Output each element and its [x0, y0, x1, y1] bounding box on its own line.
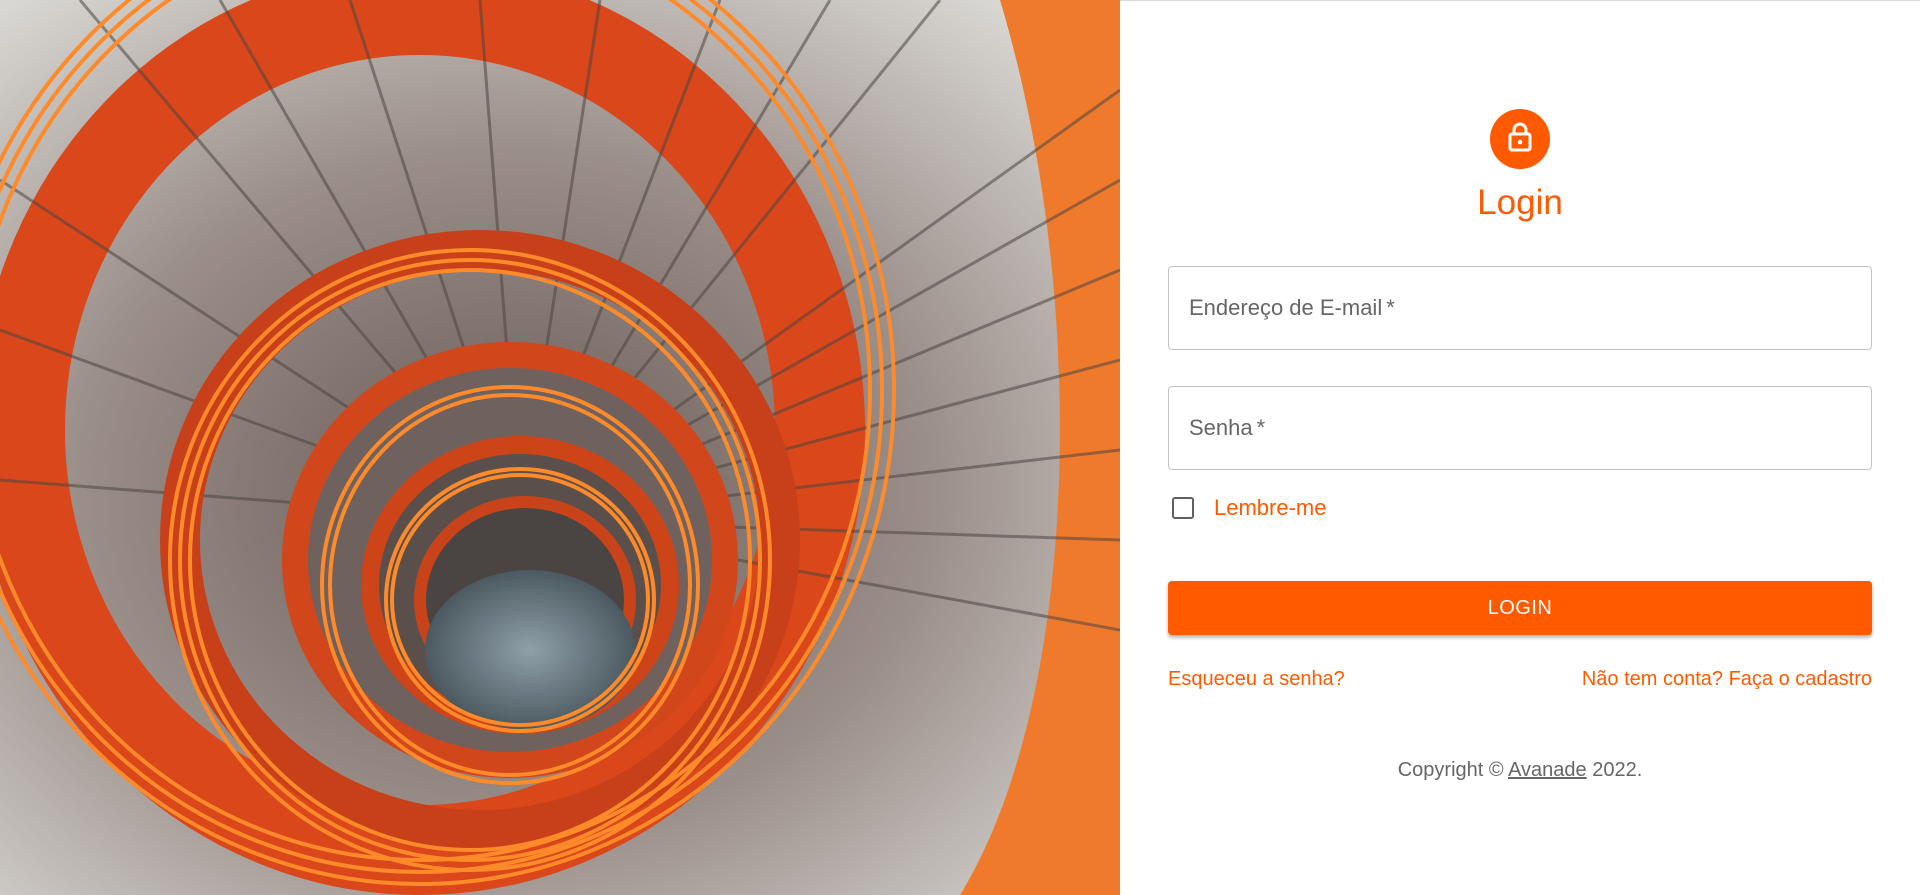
lock-icon: [1506, 121, 1534, 158]
login-button[interactable]: LOGIN: [1168, 581, 1872, 635]
remember-me-control[interactable]: Lembre-me: [1168, 495, 1326, 521]
password-label-text: Senha: [1189, 415, 1253, 440]
remember-me-checkbox[interactable]: [1172, 497, 1194, 519]
forgot-password-link[interactable]: Esqueceu a senha?: [1168, 668, 1345, 691]
copyright-year: 2022.: [1592, 759, 1643, 781]
copyright-prefix: Copyright ©: [1397, 759, 1504, 781]
signup-link[interactable]: Não tem conta? Faça o cadastro: [1582, 668, 1872, 691]
password-field[interactable]: Senha *: [1168, 386, 1872, 470]
company-link[interactable]: Avanade: [1508, 759, 1587, 781]
email-required-mark: *: [1386, 295, 1395, 320]
copyright: Copyright © Avanade 2022.: [1120, 759, 1920, 782]
password-required-mark: *: [1256, 415, 1266, 440]
page-title: Login: [1477, 183, 1563, 222]
email-label-text: Endereço de E-mail: [1189, 295, 1383, 320]
email-field-label: Endereço de E-mail *: [1189, 267, 1395, 349]
login-panel: Login Endereço de E-mail * Senha * Lembre-…: [1120, 0, 1920, 895]
hero-image: [0, 0, 1120, 895]
spiral-staircase-illustration: [0, 0, 1120, 895]
lock-avatar: [1490, 109, 1550, 169]
email-field[interactable]: Endereço de E-mail *: [1168, 266, 1872, 350]
password-field-label: Senha *: [1189, 387, 1265, 469]
login-page: Login Endereço de E-mail * Senha * Lembre-…: [0, 0, 1920, 895]
remember-me-label[interactable]: Lembre-me: [1214, 495, 1326, 521]
